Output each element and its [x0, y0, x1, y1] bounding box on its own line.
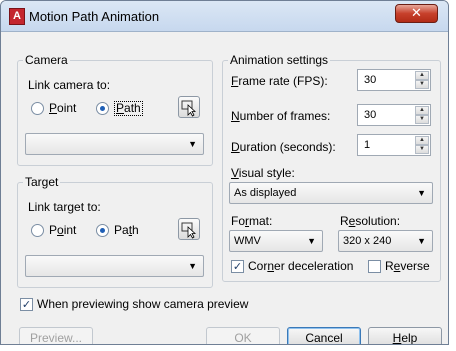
- visual-style-label: Visual style:: [231, 166, 295, 180]
- camera-group-label: Camera: [23, 53, 70, 67]
- format-label: Format:: [231, 214, 273, 228]
- help-button[interactable]: Help: [368, 327, 442, 344]
- camera-path-radio[interactable]: [96, 102, 109, 115]
- dialog-title: Motion Path Animation: [29, 9, 160, 24]
- chevron-down-icon: ▼: [188, 139, 197, 149]
- format-value: WMV: [234, 235, 261, 247]
- resolution-combo[interactable]: 320 x 240 ▼: [338, 230, 433, 252]
- spin-up-icon[interactable]: ▲: [415, 71, 429, 80]
- corner-deceleration-checkbox[interactable]: ✓: [231, 260, 244, 273]
- link-camera-label: Link camera to:: [28, 78, 111, 92]
- camera-point-radio[interactable]: [31, 102, 44, 115]
- target-path-label: Path: [114, 223, 139, 237]
- frame-rate-value: 30: [364, 74, 377, 86]
- target-path-radio[interactable]: [96, 224, 109, 237]
- chevron-down-icon: ▼: [417, 236, 426, 246]
- close-button[interactable]: ✕: [395, 4, 438, 23]
- target-path-combo[interactable]: ▼: [25, 255, 204, 277]
- title-bar[interactable]: A Motion Path Animation ✕: [1, 1, 448, 32]
- chevron-down-icon: ▼: [307, 236, 316, 246]
- duration-spinner[interactable]: ▲ ▼: [415, 136, 429, 154]
- spin-down-icon[interactable]: ▼: [415, 115, 429, 124]
- reverse-label: Reverse: [385, 259, 430, 273]
- num-frames-label: Number of frames:: [231, 109, 331, 123]
- preview-button[interactable]: Preview...: [19, 327, 93, 344]
- pick-cursor-icon: [181, 222, 197, 239]
- frame-rate-label: Frame rate (FPS):: [231, 74, 328, 88]
- target-point-label: Point: [49, 223, 77, 237]
- show-camera-preview-label: When previewing show camera preview: [37, 297, 249, 311]
- resolution-label: Resolution:: [340, 214, 401, 228]
- cancel-button[interactable]: Cancel: [287, 327, 361, 344]
- close-icon: ✕: [411, 6, 422, 21]
- camera-path-label: Path: [114, 101, 143, 116]
- spin-down-icon[interactable]: ▼: [415, 145, 429, 154]
- autocad-app-icon: A: [9, 8, 25, 25]
- duration-label: Duration (seconds):: [231, 140, 336, 154]
- num-frames-value: 30: [364, 109, 377, 121]
- pick-cursor-icon: [181, 100, 197, 117]
- spin-up-icon[interactable]: ▲: [415, 106, 429, 115]
- num-frames-input[interactable]: 30 ▲ ▼: [357, 104, 431, 126]
- link-target-label: Link target to:: [28, 200, 101, 214]
- visual-style-value: As displayed: [234, 187, 297, 199]
- duration-input[interactable]: 1 ▲ ▼: [357, 134, 431, 156]
- motion-path-dialog: A Motion Path Animation ✕ Camera Link ca…: [0, 0, 449, 345]
- target-point-radio[interactable]: [31, 224, 44, 237]
- num-frames-spinner[interactable]: ▲ ▼: [415, 106, 429, 124]
- camera-path-combo[interactable]: ▼: [25, 133, 204, 155]
- show-camera-preview-checkbox[interactable]: ✓: [20, 298, 33, 311]
- ok-button[interactable]: OK: [206, 327, 280, 344]
- visual-style-combo[interactable]: As displayed ▼: [229, 182, 433, 204]
- camera-point-label: Point: [49, 101, 77, 115]
- chevron-down-icon: ▼: [188, 261, 197, 271]
- duration-value: 1: [364, 139, 371, 151]
- animation-settings-label: Animation settings: [228, 53, 331, 67]
- spin-down-icon[interactable]: ▼: [415, 80, 429, 89]
- frame-rate-input[interactable]: 30 ▲ ▼: [357, 69, 431, 91]
- corner-deceleration-label: Corner deceleration: [248, 259, 354, 273]
- reverse-checkbox[interactable]: [368, 260, 381, 273]
- chevron-down-icon: ▼: [417, 188, 426, 198]
- resolution-value: 320 x 240: [343, 235, 392, 247]
- frame-rate-spinner[interactable]: ▲ ▼: [415, 71, 429, 89]
- camera-pick-path-button[interactable]: [178, 96, 200, 118]
- format-combo[interactable]: WMV ▼: [229, 230, 323, 252]
- target-pick-path-button[interactable]: [178, 218, 200, 240]
- target-group-label: Target: [23, 175, 61, 189]
- spin-up-icon[interactable]: ▲: [415, 136, 429, 145]
